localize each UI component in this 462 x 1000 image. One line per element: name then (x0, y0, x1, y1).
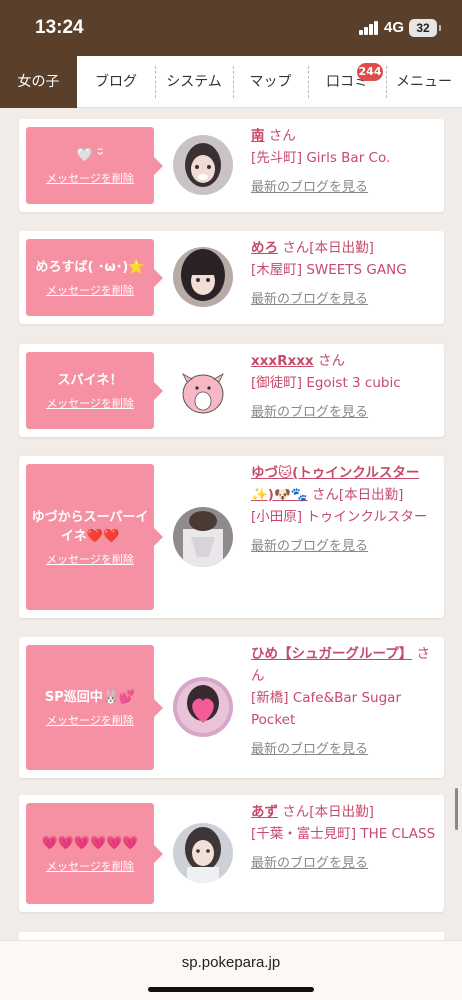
girl-name-link[interactable]: めろ (251, 240, 278, 256)
attendance-status: [本日出勤] (309, 804, 374, 820)
girl-info: ゆづ🐱(トゥインクルスター✨)🐶🐾 さん[本日出勤] [小田原] トゥインクルス… (251, 462, 441, 558)
battery-icon: 32 (409, 19, 441, 37)
girls-list: 🤍 ᵕ̈ メッセージを削除 南 さん [先斗町] Girls Bar Co. 最… (0, 108, 462, 940)
message-text: めろすば( ･ω･)⭐️ (35, 259, 145, 275)
message-bubble: 💗💗💗💗💗💗 メッセージを削除 (26, 803, 163, 904)
message-text: ゆづからスーパーイイネ❤️❤️ (31, 509, 149, 544)
reviews-count-badge: 244 (357, 63, 383, 81)
message-text: SP巡回中🐰💕 (44, 689, 136, 705)
message-bubble: SP巡回中🐰💕 メッセージを削除 (26, 645, 163, 770)
delete-message-link[interactable]: メッセージを削除 (46, 858, 134, 874)
avatar[interactable] (173, 507, 233, 567)
message-text: 💗💗💗💗💗💗 (41, 835, 139, 851)
message-text: スパイネ！ (57, 372, 123, 388)
girl-info: 南 さん [先斗町] Girls Bar Co. 最新のブログを見る (251, 125, 441, 199)
girl-card-partial (19, 932, 444, 940)
avatar[interactable] (173, 823, 233, 883)
avatar[interactable] (173, 135, 233, 195)
girl-card: めろすば( ･ω･)⭐️ メッセージを削除 めろ さん[本日出勤] [木屋町] … (19, 231, 444, 324)
girl-info: xxxRxxx さん [御徒町] Egoist 3 cubic 最新のブログを見… (251, 350, 441, 424)
message-bubble: ゆづからスーパーイイネ❤️❤️ メッセージを削除 (26, 464, 163, 610)
latest-blog-link[interactable]: 最新のブログを見る (251, 402, 441, 424)
message-bubble: スパイネ！ メッセージを削除 (26, 352, 163, 429)
honorific: さん (282, 240, 310, 256)
shop-name: [小田原] トゥインクルスター (251, 509, 428, 525)
latest-blog-link[interactable]: 最新のブログを見る (251, 289, 441, 311)
network-type: 4G (384, 19, 405, 36)
home-indicator[interactable] (148, 987, 314, 992)
latest-blog-link[interactable]: 最新のブログを見る (251, 177, 441, 199)
scrollbar[interactable] (455, 788, 458, 830)
tab-map[interactable]: マップ (233, 56, 308, 108)
girl-name-link[interactable]: xxxRxxx (251, 353, 314, 369)
shop-name: [木屋町] SWEETS GANG (251, 262, 407, 278)
delete-message-link[interactable]: メッセージを削除 (46, 395, 134, 411)
attendance-status: [本日出勤] (309, 240, 374, 256)
girl-card: スパイネ！ メッセージを削除 xxxRxxx さん [御徒町] Egoist 3… (19, 344, 444, 437)
girl-name-link[interactable]: あず (251, 804, 278, 820)
girl-name-link[interactable]: ひめ【シュガーグループ】 (251, 646, 412, 662)
tab-bar: 女の子 ブログ システム マップ 口コミ 244 メニュー (0, 56, 462, 108)
avatar[interactable] (173, 360, 233, 420)
delete-message-link[interactable]: メッセージを削除 (46, 282, 134, 298)
message-bubble: 🤍 ᵕ̈ メッセージを削除 (26, 127, 163, 204)
honorific: さん (268, 128, 296, 144)
honorific: さん (311, 487, 339, 503)
url-text[interactable]: sp.pokepara.jp (0, 954, 462, 971)
avatar[interactable] (173, 677, 233, 737)
delete-message-link[interactable]: メッセージを削除 (46, 170, 134, 186)
honorific: さん (282, 804, 310, 820)
girl-card: 🤍 ᵕ̈ メッセージを削除 南 さん [先斗町] Girls Bar Co. 最… (19, 119, 444, 212)
girl-info: ひめ【シュガーグループ】 さん [新橋] Cafe&Bar Sugar Pock… (251, 643, 441, 761)
message-text: 🤍 ᵕ̈ (76, 147, 104, 163)
status-bar: 13:24 4G 32 (0, 0, 462, 56)
tab-menu[interactable]: メニュー (386, 56, 462, 108)
girl-card: ゆづからスーパーイイネ❤️❤️ メッセージを削除 ゆづ🐱(トゥインクルスター✨)… (19, 456, 444, 618)
shop-name: [千葉・富士見町] THE CLASS (251, 826, 436, 842)
delete-message-link[interactable]: メッセージを削除 (46, 712, 134, 728)
girl-info: めろ さん[本日出勤] [木屋町] SWEETS GANG 最新のブログを見る (251, 237, 441, 311)
tab-blog[interactable]: ブログ (77, 56, 155, 108)
latest-blog-link[interactable]: 最新のブログを見る (251, 853, 441, 875)
browser-address-bar: sp.pokepara.jp (0, 940, 462, 1000)
delete-message-link[interactable]: メッセージを削除 (46, 551, 134, 567)
signal-icon (359, 21, 379, 35)
tab-system[interactable]: システム (155, 56, 233, 108)
avatar[interactable] (173, 247, 233, 307)
shop-name: [御徒町] Egoist 3 cubic (251, 375, 401, 391)
latest-blog-link[interactable]: 最新のブログを見る (251, 739, 441, 761)
latest-blog-link[interactable]: 最新のブログを見る (251, 536, 441, 558)
girl-name-link[interactable]: 南 (251, 128, 265, 144)
girl-card: SP巡回中🐰💕 メッセージを削除 ひめ【シュガーグループ】 さん [新橋] Ca… (19, 637, 444, 778)
shop-name: [新橋] Cafe&Bar Sugar Pocket (251, 690, 402, 728)
tab-girls[interactable]: 女の子 (0, 56, 77, 108)
status-time: 13:24 (35, 17, 84, 38)
honorific: さん (317, 353, 345, 369)
shop-name: [先斗町] Girls Bar Co. (251, 150, 391, 166)
girl-card: 💗💗💗💗💗💗 メッセージを削除 あず さん[本日出勤] [千葉・富士見町] TH… (19, 795, 444, 912)
attendance-status: [本日出勤] (338, 487, 404, 503)
girl-info: あず さん[本日出勤] [千葉・富士見町] THE CLASS 最新のブログを見… (251, 801, 441, 875)
message-bubble: めろすば( ･ω･)⭐️ メッセージを削除 (26, 239, 163, 316)
